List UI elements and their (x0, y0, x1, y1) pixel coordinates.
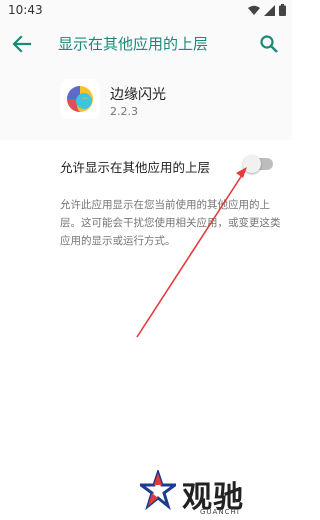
signal-icon (264, 4, 275, 16)
setting-label: 允许显示在其他应用的上层 (60, 160, 211, 175)
status-time: 10:43 (8, 3, 43, 17)
allow-overlay-setting[interactable]: 允许显示在其他应用的上层 (0, 140, 292, 188)
app-version: 2.2.3 (110, 105, 138, 118)
wifi-icon (248, 5, 260, 15)
app-name: 边缘闪光 (110, 87, 166, 103)
star-logo-icon (140, 470, 176, 510)
search-icon[interactable] (258, 33, 280, 55)
app-bar: 显示在其他应用的上层 (0, 20, 292, 68)
status-bar: 10:43 (0, 0, 292, 20)
page-title: 显示在其他应用的上层 (58, 35, 209, 53)
app-info-header: 边缘闪光 2.2.3 (0, 68, 292, 140)
watermark: 观驰 GUANCHI (94, 470, 292, 520)
setting-description: 允许此应用显示在您当前使用的其他应用的上层。这可能会干扰您使用相关应用，或变更这… (60, 199, 281, 247)
back-arrow-icon[interactable] (11, 33, 33, 55)
status-icons (248, 4, 286, 16)
app-icon (60, 79, 100, 119)
toggle-thumb (243, 155, 261, 173)
watermark-subtitle: GUANCHI (200, 508, 240, 516)
overlay-toggle-switch[interactable] (243, 155, 275, 173)
battery-icon (279, 4, 286, 16)
